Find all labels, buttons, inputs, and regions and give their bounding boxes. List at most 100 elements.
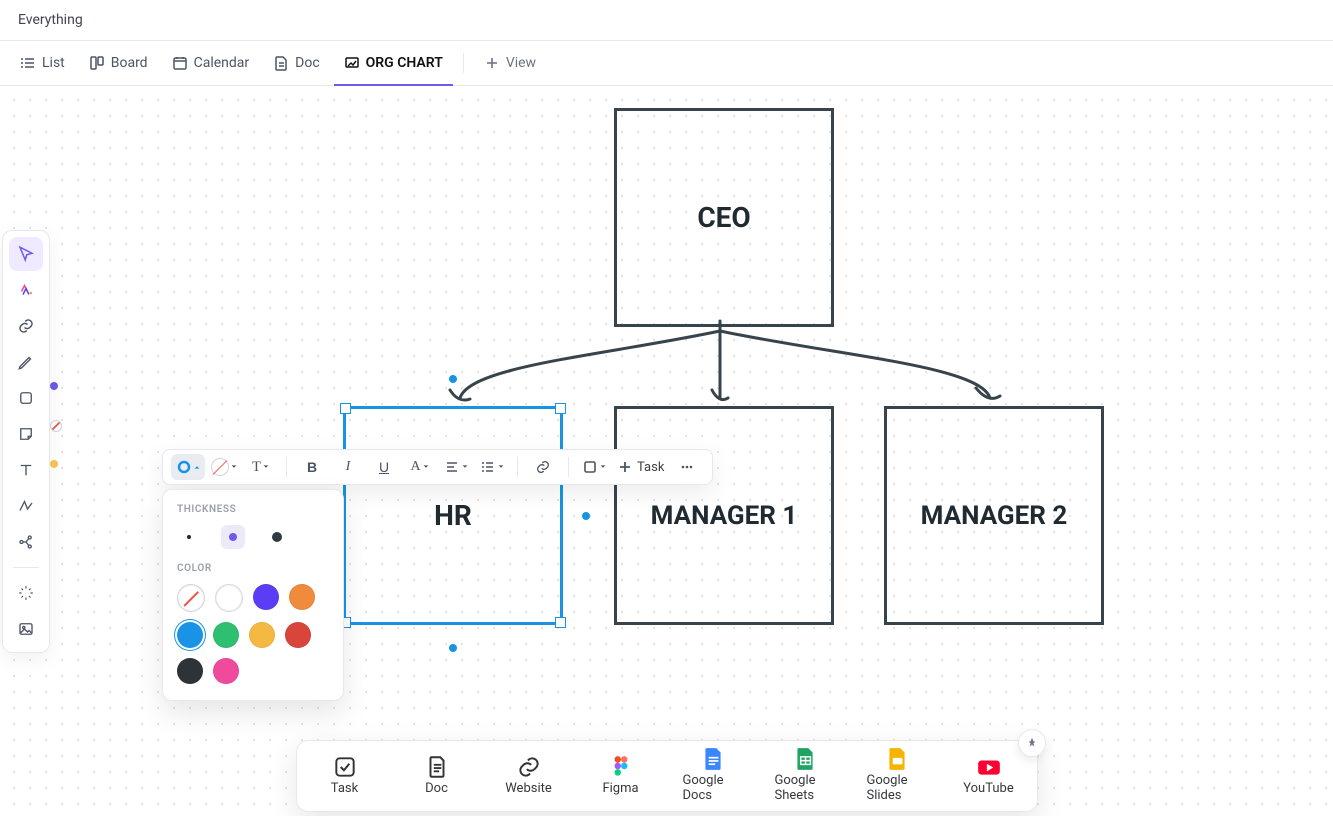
tab-board[interactable]: Board (79, 41, 158, 85)
whiteboard-icon (344, 55, 360, 71)
tool-link[interactable] (9, 309, 43, 343)
dock-label: Google Docs (683, 773, 743, 803)
tool-select[interactable] (9, 237, 43, 271)
left-toolbar (2, 230, 50, 653)
tab-doc[interactable]: Doc (263, 41, 330, 85)
thickness-thick[interactable] (265, 525, 289, 549)
dock-label: Website (505, 781, 552, 796)
tool-mindmap[interactable] (9, 525, 43, 559)
list-button[interactable] (475, 454, 509, 480)
align-button[interactable] (439, 454, 473, 480)
node-manager-1[interactable]: MANAGER 1 (614, 406, 834, 625)
add-task-button[interactable]: Task (613, 454, 668, 480)
task-icon (332, 757, 358, 777)
tab-add-view[interactable]: View (474, 41, 546, 85)
swatch-black[interactable] (177, 658, 203, 684)
swatch-pink[interactable] (213, 658, 239, 684)
dock-label: Doc (425, 781, 448, 796)
text-style-button[interactable]: T (244, 454, 278, 480)
popover-section-label: THICKNESS (177, 504, 329, 515)
google-docs-icon (700, 749, 726, 769)
text-color-button[interactable]: A (403, 454, 437, 480)
tab-orgchart[interactable]: ORG CHART (334, 41, 453, 85)
dock-label: YouTube (963, 781, 1014, 796)
dock-label: Google Slides (867, 773, 927, 803)
tool-connector[interactable] (9, 489, 43, 523)
node-ceo[interactable]: CEO (614, 108, 834, 327)
swatch-red[interactable] (285, 622, 311, 648)
swatch-blue[interactable] (177, 622, 203, 648)
node-hr[interactable]: HR (343, 406, 563, 625)
dock-label: Figma (602, 781, 638, 796)
separator (286, 457, 287, 477)
tab-divider (463, 53, 464, 73)
link-button[interactable] (526, 454, 560, 480)
caret-up-icon (193, 463, 201, 471)
thickness-options (177, 525, 329, 549)
insert-dock: Task Doc Website Figma Google Docs Googl… (296, 740, 1038, 812)
dock-gsheets[interactable]: Google Sheets (775, 749, 835, 803)
tab-calendar[interactable]: Calendar (162, 41, 260, 85)
google-sheets-icon (792, 749, 818, 769)
figma-icon (608, 757, 634, 777)
stroke-popover: THICKNESS COLOR (162, 489, 344, 701)
popover-section-label: COLOR (177, 563, 329, 574)
plus-icon (484, 55, 500, 71)
stroke-color-button[interactable] (171, 454, 205, 480)
tool-ai[interactable] (9, 273, 43, 307)
shape-type-button[interactable] (577, 454, 611, 480)
tool-indicator-none (50, 420, 62, 432)
dock-figma[interactable]: Figma (591, 757, 651, 796)
swatch-yellow[interactable] (249, 622, 275, 648)
more-button[interactable] (670, 454, 704, 480)
tab-label: Calendar (194, 55, 250, 71)
tool-effects[interactable] (9, 576, 43, 610)
swatch-none[interactable] (177, 584, 205, 612)
dock-task[interactable]: Task (315, 757, 375, 796)
color-swatches (177, 584, 329, 684)
dock-website[interactable]: Website (499, 757, 559, 796)
tab-label: ORG CHART (366, 55, 443, 71)
calendar-icon (172, 55, 188, 71)
thickness-thin[interactable] (177, 525, 201, 549)
tool-indicator-yellow (50, 460, 58, 468)
dock-gslides[interactable]: Google Slides (867, 749, 927, 803)
bold-button[interactable]: B (295, 454, 329, 480)
dock-doc[interactable]: Doc (407, 757, 467, 796)
tool-pen[interactable] (9, 345, 43, 379)
fill-color-button[interactable] (207, 454, 242, 480)
format-toolbar: T B I U A Task (162, 449, 713, 485)
caret-down-icon (262, 463, 270, 471)
node-manager-2[interactable]: MANAGER 2 (884, 406, 1104, 625)
swatch-white[interactable] (215, 584, 243, 612)
swatch-indigo[interactable] (253, 584, 279, 610)
youtube-icon (976, 757, 1002, 777)
node-label: HR (434, 499, 472, 532)
tool-text[interactable] (9, 453, 43, 487)
tool-image[interactable] (9, 612, 43, 646)
tool-shape[interactable] (9, 381, 43, 415)
swatch-orange[interactable] (289, 584, 315, 610)
node-label: CEO (697, 201, 750, 234)
dock-youtube[interactable]: YouTube (959, 757, 1019, 796)
view-tabs: List Board Calendar Doc ORG CHART View (0, 41, 1333, 86)
tab-label: View (506, 55, 536, 71)
italic-button[interactable]: I (331, 454, 365, 480)
node-label: MANAGER 1 (651, 501, 798, 531)
tool-indicator-purple (50, 382, 58, 390)
swatch-green[interactable] (213, 622, 239, 648)
doc-icon (273, 55, 289, 71)
tab-label: Board (111, 55, 148, 71)
tab-list[interactable]: List (10, 41, 75, 85)
tool-sticky[interactable] (9, 417, 43, 451)
pin-button[interactable] (1018, 729, 1046, 757)
thickness-medium[interactable] (221, 525, 245, 549)
dock-gdocs[interactable]: Google Docs (683, 749, 743, 803)
caret-down-icon (422, 463, 430, 471)
no-fill-icon (211, 458, 229, 476)
underline-button[interactable]: U (367, 454, 401, 480)
breadcrumb-item[interactable]: Everything (18, 12, 83, 28)
separator (517, 457, 518, 477)
separator (568, 457, 569, 477)
caret-down-icon (230, 463, 238, 471)
